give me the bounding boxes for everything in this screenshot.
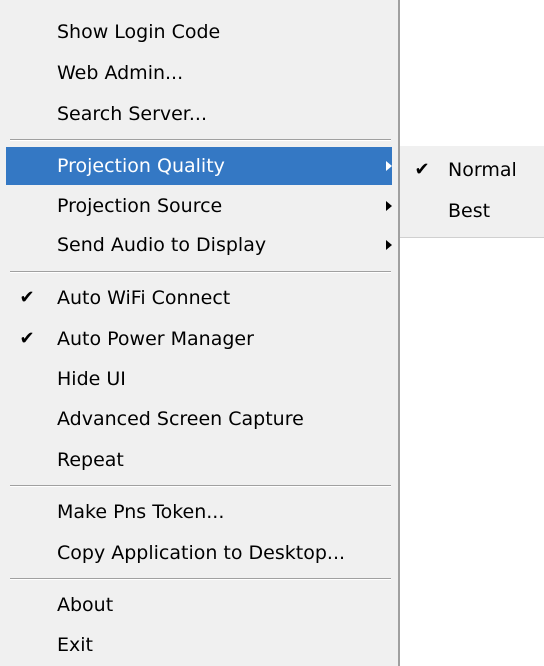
submenu-item-label: Normal (448, 159, 517, 181)
menu-item-label: Hide UI (57, 368, 126, 390)
menu-item-label: Projection Quality (57, 155, 225, 177)
menu-item-label: Copy Application to Desktop... (57, 542, 346, 564)
menu-item-auto-power-manager[interactable]: ✔ Auto Power Manager (6, 320, 392, 358)
submenu-item-label: Best (448, 200, 491, 222)
menu-item-label: Web Admin... (57, 62, 184, 84)
menu-separator (10, 139, 391, 141)
menu-item-about[interactable]: About (6, 586, 392, 624)
menu-item-make-pns-token[interactable]: Make Pns Token... (6, 493, 392, 531)
menu-item-show-login-code[interactable]: Show Login Code (6, 13, 392, 51)
menu-item-label: Exit (57, 634, 93, 656)
menu-item-label: Auto Power Manager (57, 328, 254, 350)
menu-item-label: Make Pns Token... (57, 501, 225, 523)
submenu-arrow-icon (386, 161, 392, 171)
menu-item-label: Show Login Code (57, 21, 221, 43)
menu-item-repeat[interactable]: Repeat (6, 441, 392, 479)
projection-quality-submenu: ✔ Normal Best (400, 146, 544, 238)
menu-item-label: Advanced Screen Capture (57, 408, 304, 430)
screen: Show Login Code Web Admin... Search Serv… (0, 0, 544, 666)
submenu-item-best[interactable]: Best (400, 192, 544, 230)
menu-item-label: Send Audio to Display (57, 234, 267, 256)
submenu-arrow-icon (386, 240, 392, 250)
menu-item-label: Projection Source (57, 195, 223, 217)
context-menu: Show Login Code Web Admin... Search Serv… (0, 0, 400, 666)
menu-item-copy-application-to-desktop[interactable]: Copy Application to Desktop... (6, 534, 392, 572)
menu-item-label: Repeat (57, 449, 124, 471)
menu-separator (10, 578, 391, 580)
menu-item-projection-quality[interactable]: Projection Quality (6, 147, 392, 185)
submenu-item-normal[interactable]: ✔ Normal (400, 151, 544, 189)
checkmark-icon: ✔ (414, 159, 430, 180)
menu-item-exit[interactable]: Exit (6, 626, 392, 664)
checkmark-icon: ✔ (19, 328, 35, 349)
submenu-arrow-icon (386, 201, 392, 211)
menu-item-label: About (57, 594, 114, 616)
menu-separator (10, 271, 391, 273)
menu-item-auto-wifi-connect[interactable]: ✔ Auto WiFi Connect (6, 279, 392, 317)
menu-item-hide-ui[interactable]: Hide UI (6, 360, 392, 398)
menu-item-web-admin[interactable]: Web Admin... (6, 54, 392, 92)
menu-item-advanced-screen-capture[interactable]: Advanced Screen Capture (6, 400, 392, 438)
checkmark-icon: ✔ (19, 287, 35, 308)
menu-separator (10, 485, 391, 487)
menu-item-label: Auto WiFi Connect (57, 287, 231, 309)
menu-item-send-audio-to-display[interactable]: Send Audio to Display (6, 226, 392, 264)
menu-item-projection-source[interactable]: Projection Source (6, 187, 392, 225)
menu-item-search-server[interactable]: Search Server... (6, 95, 392, 133)
menu-item-label: Search Server... (57, 103, 207, 125)
